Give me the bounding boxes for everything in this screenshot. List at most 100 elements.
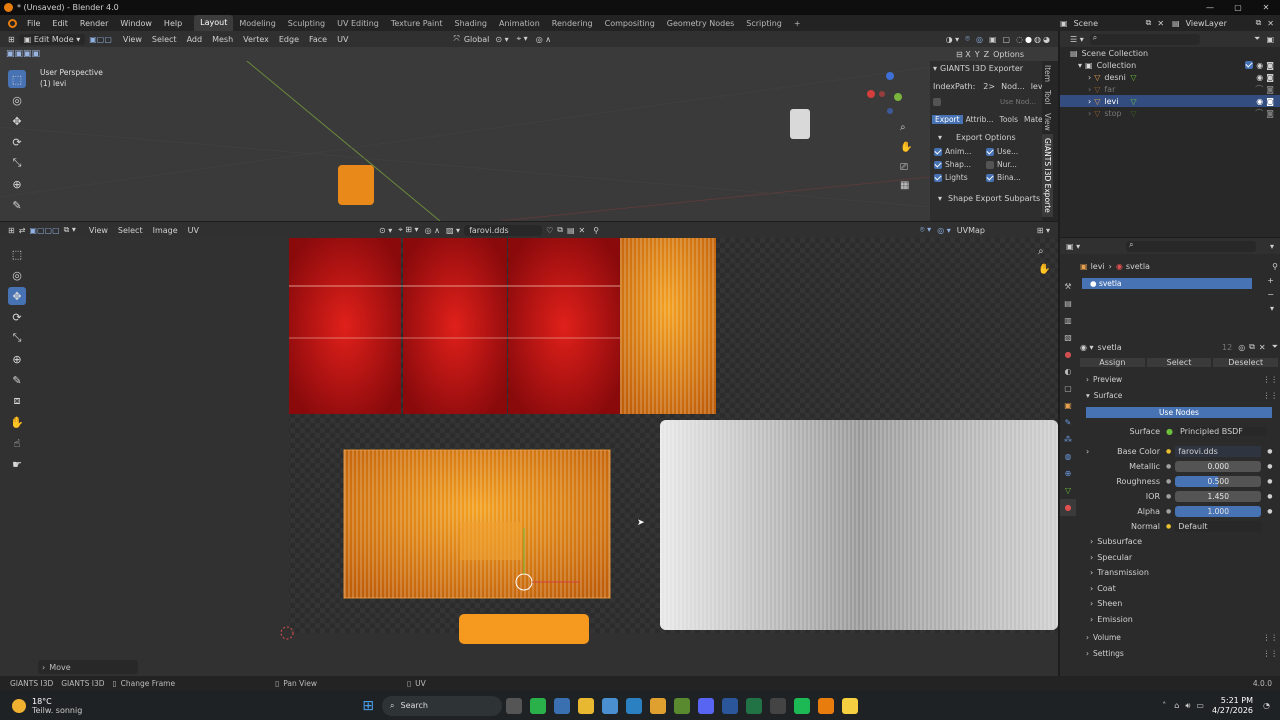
material-name-field[interactable]: svetla	[1098, 343, 1222, 352]
n-tab-tool[interactable]: Tool	[1042, 86, 1053, 109]
menu-edit[interactable]: Edit	[46, 19, 74, 28]
uv-gizmo-icon[interactable]: ⌾ ▾	[920, 225, 931, 235]
unlink-image-icon[interactable]: ✕	[579, 226, 586, 235]
n-tab-giants[interactable]: GIANTS I3D Exporte	[1042, 134, 1053, 218]
uv-move-tool-icon[interactable]: ✥	[8, 287, 26, 305]
viewport-menu-vertex[interactable]: Vertex	[238, 35, 274, 44]
sticky-notes-icon[interactable]	[842, 697, 859, 714]
transform-orientation-selector[interactable]: Global	[464, 35, 490, 44]
viewport-menu-edge[interactable]: Edge	[274, 35, 304, 44]
mode-selector[interactable]: ▣ Edit Mode ▾	[18, 33, 86, 45]
scale-tool-icon[interactable]: ⤡	[8, 154, 26, 172]
view-layer-selector[interactable]: ViewLayer	[1186, 19, 1256, 28]
viewport-menu-add[interactable]: Add	[182, 35, 208, 44]
chrome-icon[interactable]	[650, 697, 667, 714]
pivot-icon[interactable]: ⊙ ▾	[495, 35, 508, 44]
outliner-item[interactable]: › ▽ desni ▽ ◉ ◙	[1060, 71, 1280, 83]
subpanel-transmission[interactable]: › Transmission	[1080, 565, 1278, 581]
keyframe-dot-icon[interactable]: ●	[1267, 478, 1272, 485]
outliner-collection-row[interactable]: ▾ ▣ Collection ◉ ◙	[1060, 59, 1280, 71]
shading-material-icon[interactable]: ◍	[1034, 35, 1041, 44]
tab-compositing[interactable]: Compositing	[599, 19, 661, 28]
task-view-icon[interactable]	[506, 697, 523, 714]
outliner-item-active[interactable]: › ▽ levi ▽ ◉ ◙	[1060, 95, 1280, 107]
fake-user-icon[interactable]: ◎	[1238, 343, 1245, 352]
add-slot-icon[interactable]: +	[1267, 276, 1274, 285]
blender-menu-icon[interactable]	[8, 18, 17, 28]
outliner-item[interactable]: › ▽ far ⌒ ◙	[1060, 83, 1280, 95]
collection-render-icon[interactable]: ◙	[1266, 61, 1274, 70]
shading-rendered-icon[interactable]: ◕	[1043, 35, 1050, 44]
uv-select-tool-icon[interactable]: ⬚	[8, 245, 26, 263]
uv-editor-canvas[interactable]: ⬚ ◎ ✥ ⟳ ⤡ ⊕ ✎ ⧈ ✋ ☝ ☛ ⌕ ✋ ➤ › Move	[0, 238, 1058, 676]
outliner-item[interactable]: › ▽ stop ▽ ⌒ ◙	[1060, 107, 1280, 119]
render-icon[interactable]: ◙	[1266, 97, 1274, 106]
sticky-select-icon[interactable]: ⧉ ▾	[64, 225, 76, 235]
keyframe-dot-icon[interactable]: ●	[1267, 463, 1272, 470]
uv-relax-tool-icon[interactable]: ☝	[8, 434, 26, 452]
constraints-tab-icon[interactable]: ⊕	[1060, 465, 1076, 482]
outliner-scene-collection[interactable]: ▤ Scene Collection	[1060, 47, 1280, 59]
3d-viewport[interactable]: User Perspective (1) levi ⬚ ◎ ✥ ⟳ ⤡ ⊕ ✎ …	[0, 47, 930, 221]
shader-input-value[interactable]: 0.500	[1175, 476, 1262, 487]
shader-input-value[interactable]: farovi.dds	[1175, 446, 1262, 457]
uv-menu-image[interactable]: Image	[148, 226, 183, 235]
uv-rotate-tool-icon[interactable]: ⟳	[8, 308, 26, 326]
tool-tab-icon[interactable]: ⚒	[1060, 278, 1076, 295]
mirror-y-toggle[interactable]: Y	[975, 50, 980, 59]
move-tool-icon[interactable]: ✥	[8, 112, 26, 130]
collection-exclude-checkbox[interactable]	[1245, 61, 1254, 69]
material-browse-icon[interactable]: ◉ ▾	[1080, 343, 1094, 352]
world-tab-icon[interactable]: ◐	[1060, 363, 1076, 380]
camera-icon[interactable]: ⎚	[900, 162, 908, 173]
expand-icon[interactable]: ›	[1088, 73, 1091, 82]
use-node-button[interactable]: Use Nod...	[1000, 98, 1036, 106]
export-check-nurbs[interactable]: Nur...	[986, 160, 1038, 169]
zoom-icon[interactable]: ⌕	[900, 122, 906, 133]
tool-app-icon[interactable]	[770, 697, 787, 714]
spotify-icon[interactable]	[794, 697, 811, 714]
select-box-tool-icon[interactable]: ⬚	[8, 70, 26, 88]
socket-icon[interactable]: ●	[1166, 463, 1171, 470]
scene-selector[interactable]: Scene	[1074, 19, 1146, 28]
subpanel-sheen[interactable]: › Sheen	[1080, 596, 1278, 612]
view-layer-tab-icon[interactable]: ▧	[1060, 329, 1076, 346]
volume-panel[interactable]: › Volume ⋮⋮	[1080, 631, 1278, 645]
shader-input-value[interactable]: 1.000	[1175, 506, 1262, 517]
uv-editor-type-icon[interactable]: ⊞	[8, 226, 15, 235]
mirror-x-toggle[interactable]: ⊟ X	[956, 50, 971, 59]
taskbar-search[interactable]: ⌕ Search	[382, 695, 503, 716]
tab-geometry-nodes[interactable]: Geometry Nodes	[661, 19, 740, 28]
uv-menu-select[interactable]: Select	[113, 226, 148, 235]
panel-drag-icon[interactable]: ⋮⋮	[1263, 373, 1278, 387]
uv-snap-icon[interactable]: ⌖ ⊞ ▾	[398, 225, 418, 235]
uv-menu-view[interactable]: View	[84, 226, 113, 235]
subpanel-coat[interactable]: › Coat	[1080, 581, 1278, 597]
tab-sculpting[interactable]: Sculpting	[282, 19, 331, 28]
uv-pinch-tool-icon[interactable]: ☛	[8, 455, 26, 473]
use-checkbox[interactable]	[986, 148, 994, 156]
mesh-edit-overlay-icon[interactable]: ▣	[989, 35, 997, 44]
subpanel-subsurface[interactable]: › Subsurface	[1080, 534, 1278, 550]
data-tab-icon[interactable]: ▽	[1060, 482, 1076, 499]
properties-editor-icon[interactable]: ▣ ▾	[1066, 242, 1080, 251]
uv-zoom-icon[interactable]: ⌕	[1038, 246, 1044, 257]
maximize-button[interactable]: ▢	[1224, 3, 1252, 12]
tab-texture-paint[interactable]: Texture Paint	[385, 19, 449, 28]
uv-pivot-icon[interactable]: ⊙ ▾	[379, 226, 392, 235]
outliner-filter-icon[interactable]: ⏷	[1254, 34, 1260, 44]
render-tab-icon[interactable]: ▤	[1060, 295, 1076, 312]
selection-mode-icons[interactable]: ▣▣▣▣	[6, 49, 40, 59]
visibility-icon[interactable]: ◉	[1256, 73, 1263, 82]
nurbs-checkbox[interactable]	[986, 161, 994, 169]
panel-drag-icon[interactable]: ⋮⋮	[1263, 631, 1278, 645]
export-check-shapes[interactable]: Shap...	[934, 160, 986, 169]
new-collection-icon[interactable]: ▣	[1266, 35, 1274, 44]
assign-button[interactable]: Assign	[1080, 358, 1145, 367]
volume-icon[interactable]: 🔊︎	[1185, 701, 1190, 711]
giants-tab-tools[interactable]: Tools	[997, 115, 1021, 124]
outliner-editor-icon[interactable]: ☰ ▾	[1070, 35, 1084, 44]
menu-file[interactable]: File	[21, 19, 46, 28]
keyframe-dot-icon[interactable]: ●	[1267, 448, 1272, 455]
unlink-material-icon[interactable]: ✕	[1259, 343, 1266, 352]
